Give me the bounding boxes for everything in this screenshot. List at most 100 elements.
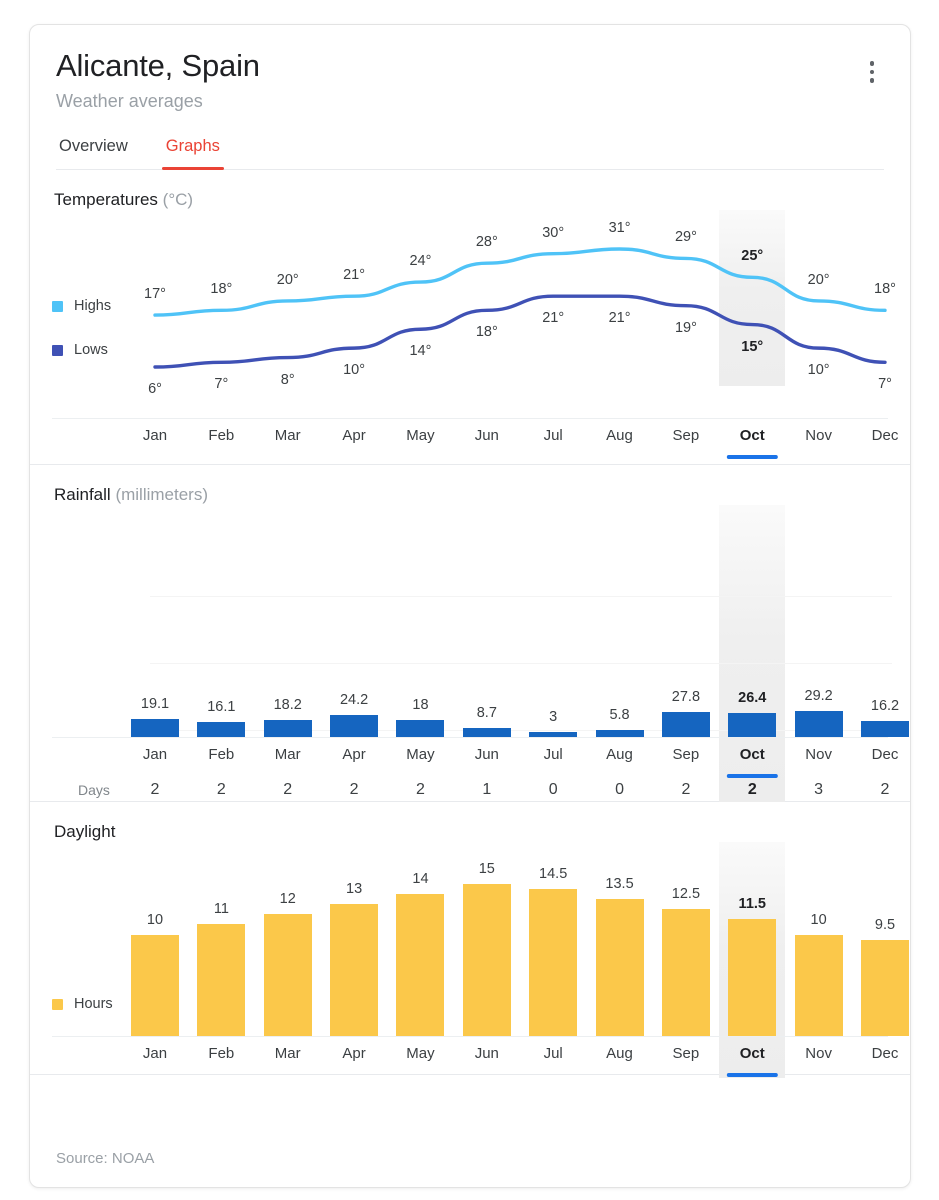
month-label-jun[interactable]: Jun bbox=[475, 427, 499, 444]
legend-label: Hours bbox=[74, 996, 113, 1012]
month-label-oct[interactable]: Oct bbox=[740, 746, 765, 763]
legend-label: Highs bbox=[74, 298, 112, 314]
rain-bar-dec[interactable] bbox=[861, 721, 909, 737]
rain-bar-sep[interactable] bbox=[661, 711, 710, 737]
month-label-mar[interactable]: Mar bbox=[275, 1045, 301, 1062]
selected-month-underline bbox=[727, 774, 778, 778]
weather-card: Alicante, Spain Weather averages Overvie… bbox=[29, 24, 911, 1188]
tab-bar: Overview Graphs bbox=[56, 131, 884, 170]
daylight-bar-sep[interactable] bbox=[661, 909, 710, 1036]
daylight-bar-apr[interactable] bbox=[330, 904, 379, 1036]
rain-bar-aug[interactable] bbox=[595, 730, 644, 737]
month-label-aug[interactable]: Aug bbox=[606, 746, 633, 763]
selected-month-underline bbox=[727, 1073, 778, 1077]
daylight-bar-mar[interactable] bbox=[263, 914, 312, 1036]
rain-bar-may[interactable] bbox=[396, 719, 445, 737]
source-text: Source: NOAA bbox=[56, 1149, 155, 1167]
more-vert-icon[interactable] bbox=[858, 55, 886, 89]
daylight-bar-aug[interactable] bbox=[595, 898, 644, 1036]
month-label-apr[interactable]: Apr bbox=[342, 1045, 365, 1062]
daylight-bar-jun[interactable] bbox=[462, 883, 511, 1036]
rain-value-aug: 5.8 bbox=[609, 707, 630, 724]
month-label-oct[interactable]: Oct bbox=[740, 1045, 765, 1062]
month-label-feb[interactable]: Feb bbox=[208, 427, 234, 444]
month-label-nov[interactable]: Nov bbox=[805, 1045, 832, 1062]
rain-days-dec: 2 bbox=[880, 781, 890, 798]
high-value-mar: 20° bbox=[276, 271, 299, 288]
rain-bar-oct[interactable] bbox=[728, 712, 777, 737]
month-label-apr[interactable]: Apr bbox=[342, 427, 365, 444]
daylight-value-mar: 12 bbox=[279, 891, 296, 908]
high-value-oct: 25° bbox=[741, 248, 764, 265]
daylight-bar-nov[interactable] bbox=[794, 934, 843, 1036]
daylight-bar-dec[interactable] bbox=[861, 939, 909, 1036]
low-value-jul: 21° bbox=[542, 310, 565, 327]
rain-bar-apr[interactable] bbox=[330, 714, 379, 737]
rain-days-jun: 1 bbox=[482, 781, 492, 798]
month-label-may[interactable]: May bbox=[406, 746, 434, 763]
month-label-mar[interactable]: Mar bbox=[275, 427, 301, 444]
month-label-mar[interactable]: Mar bbox=[275, 746, 301, 763]
rain-bar-feb[interactable] bbox=[197, 721, 246, 737]
month-label-feb[interactable]: Feb bbox=[208, 1045, 234, 1062]
month-label-may[interactable]: May bbox=[406, 1045, 434, 1062]
daylight-bar-feb[interactable] bbox=[197, 924, 246, 1036]
month-label-jul[interactable]: Jul bbox=[544, 1045, 563, 1062]
tab-graphs[interactable]: Graphs bbox=[161, 131, 224, 170]
high-value-may: 24° bbox=[409, 253, 432, 270]
legend-hours[interactable]: Hours bbox=[52, 996, 113, 1012]
high-value-jul: 30° bbox=[542, 224, 565, 241]
high-value-jan: 17° bbox=[144, 286, 166, 303]
rain-days-aug: 0 bbox=[615, 781, 624, 798]
daylight-bar-oct[interactable] bbox=[728, 919, 777, 1036]
rain-bar-nov[interactable] bbox=[794, 710, 843, 737]
month-label-jun[interactable]: Jun bbox=[475, 746, 499, 763]
low-value-mar: 8° bbox=[280, 371, 295, 388]
daylight-value-nov: 10 bbox=[810, 911, 827, 928]
month-label-sep[interactable]: Sep bbox=[673, 1045, 700, 1062]
month-label-may[interactable]: May bbox=[406, 427, 434, 444]
legend-highs[interactable]: Highs bbox=[52, 298, 111, 314]
low-value-may: 14° bbox=[409, 343, 432, 360]
low-value-oct: 15° bbox=[741, 338, 764, 355]
month-label-jul[interactable]: Jul bbox=[544, 746, 563, 763]
high-value-dec: 18° bbox=[874, 281, 896, 298]
month-label-sep[interactable]: Sep bbox=[673, 746, 700, 763]
legend-lows[interactable]: Lows bbox=[52, 342, 108, 358]
month-label-jun[interactable]: Jun bbox=[475, 1045, 499, 1062]
month-label-nov[interactable]: Nov bbox=[805, 746, 832, 763]
legend-swatch bbox=[52, 300, 63, 312]
legend-swatch bbox=[52, 344, 63, 356]
tab-overview[interactable]: Overview bbox=[57, 131, 130, 169]
month-label-aug[interactable]: Aug bbox=[606, 427, 633, 444]
month-label-dec[interactable]: Dec bbox=[872, 746, 899, 763]
daylight-bar-may[interactable] bbox=[396, 893, 445, 1036]
daylight-bar-jul[interactable] bbox=[529, 888, 578, 1036]
rain-bar-mar[interactable] bbox=[263, 719, 312, 737]
daylight-bar-jan[interactable] bbox=[131, 934, 179, 1036]
rain-bar-jul[interactable] bbox=[529, 732, 578, 737]
section-temperatures: Temperatures (°C) 17° 18° 20° 21° 24° 28° 30° 3… bbox=[30, 170, 910, 465]
rain-bar-jun[interactable] bbox=[462, 727, 511, 737]
daylight-value-jan: 10 bbox=[146, 911, 164, 928]
month-label-feb[interactable]: Feb bbox=[208, 746, 234, 763]
month-label-dec[interactable]: Dec bbox=[872, 1045, 899, 1062]
daylight-value-apr: 13 bbox=[346, 881, 363, 898]
low-value-nov: 10° bbox=[807, 362, 830, 379]
gridline bbox=[150, 596, 892, 597]
daylight-value-feb: 11 bbox=[213, 901, 229, 918]
kebab-dot bbox=[869, 78, 875, 83]
rain-bar-jan[interactable] bbox=[131, 719, 179, 737]
month-label-aug[interactable]: Aug bbox=[606, 1045, 633, 1062]
month-label-jan[interactable]: Jan bbox=[143, 746, 167, 763]
month-label-apr[interactable]: Apr bbox=[342, 746, 365, 763]
month-label-nov[interactable]: Nov bbox=[805, 427, 832, 444]
month-label-jan[interactable]: Jan bbox=[143, 427, 167, 444]
rain-days-may: 2 bbox=[416, 781, 425, 798]
month-label-jan[interactable]: Jan bbox=[143, 1045, 167, 1062]
month-label-sep[interactable]: Sep bbox=[673, 427, 700, 444]
month-label-oct[interactable]: Oct bbox=[740, 427, 765, 444]
daylight-value-dec: 9.5 bbox=[874, 916, 896, 933]
month-label-dec[interactable]: Dec bbox=[872, 427, 899, 444]
month-label-jul[interactable]: Jul bbox=[544, 427, 563, 444]
